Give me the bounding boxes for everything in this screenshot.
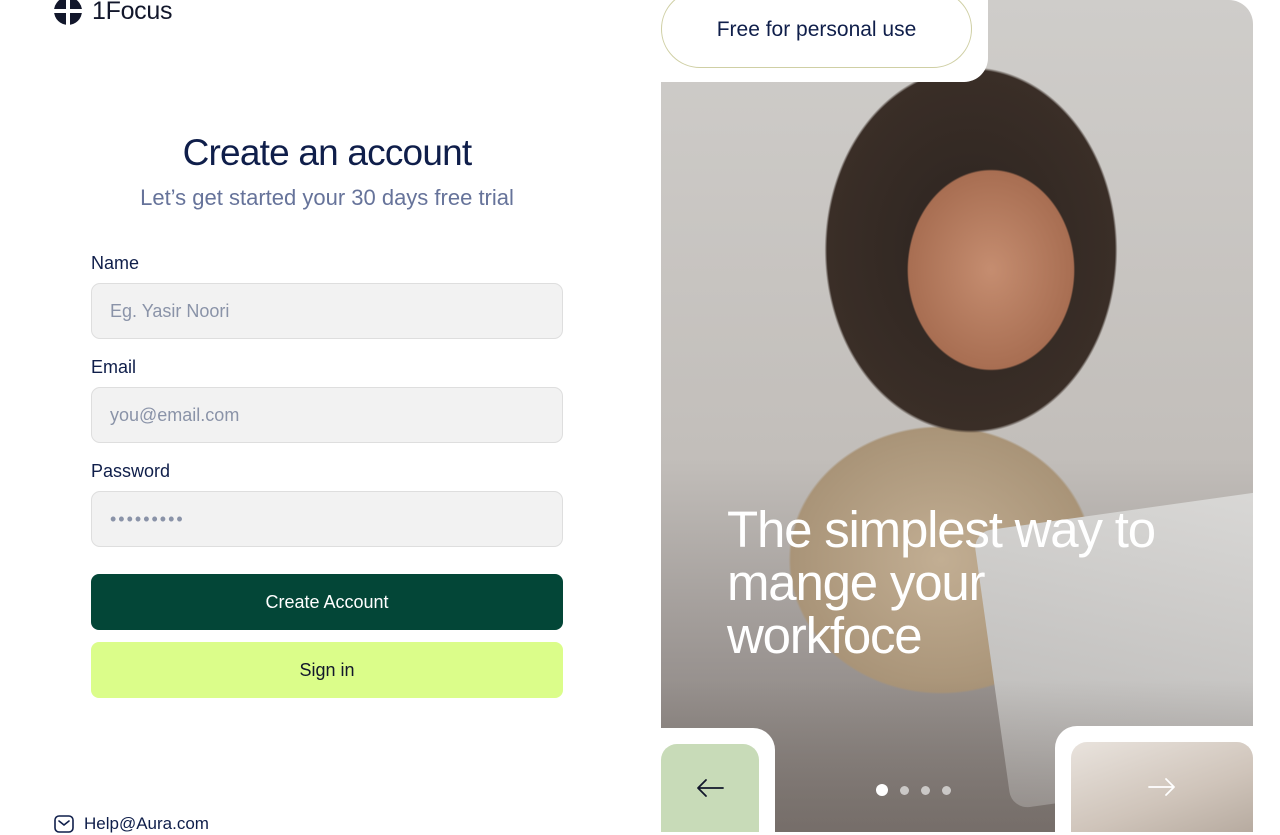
- email-input[interactable]: [91, 387, 563, 443]
- carousel-dots: [876, 784, 951, 796]
- carousel-dot[interactable]: [942, 785, 951, 795]
- logo-icon: [53, 0, 83, 26]
- page-subtitle: Let’s get started your 30 days free tria…: [140, 185, 514, 210]
- hero-photo: [661, 0, 1253, 832]
- arrow-right-icon: [1148, 778, 1175, 796]
- brand-name: 1Focus: [92, 0, 173, 25]
- page-title: Create an account: [182, 132, 473, 173]
- name-label: Name: [91, 253, 140, 273]
- create-account-button[interactable]: Create Account: [91, 574, 563, 630]
- next-slide-button[interactable]: [1071, 742, 1253, 832]
- hero-headline: The simplest way to mange your workfoce: [727, 501, 1156, 664]
- carousel-dot[interactable]: [876, 784, 888, 796]
- password-label: Password: [91, 461, 171, 481]
- password-input[interactable]: [91, 491, 563, 547]
- help-email[interactable]: Help@Aura.com: [84, 814, 209, 834]
- brand-logo[interactable]: 1Focus: [53, 0, 172, 26]
- previous-slide-button[interactable]: [661, 744, 759, 832]
- email-label: Email: [91, 357, 137, 377]
- free-badge: Free for personal use: [661, 0, 972, 68]
- sign-in-button[interactable]: Sign in: [91, 642, 563, 698]
- arrow-left-icon: [697, 779, 724, 797]
- name-input[interactable]: [91, 283, 563, 339]
- carousel-dot[interactable]: [921, 785, 930, 795]
- hero-panel: Free for personal use The simplest way t…: [661, 0, 1253, 832]
- carousel-dot[interactable]: [900, 785, 909, 795]
